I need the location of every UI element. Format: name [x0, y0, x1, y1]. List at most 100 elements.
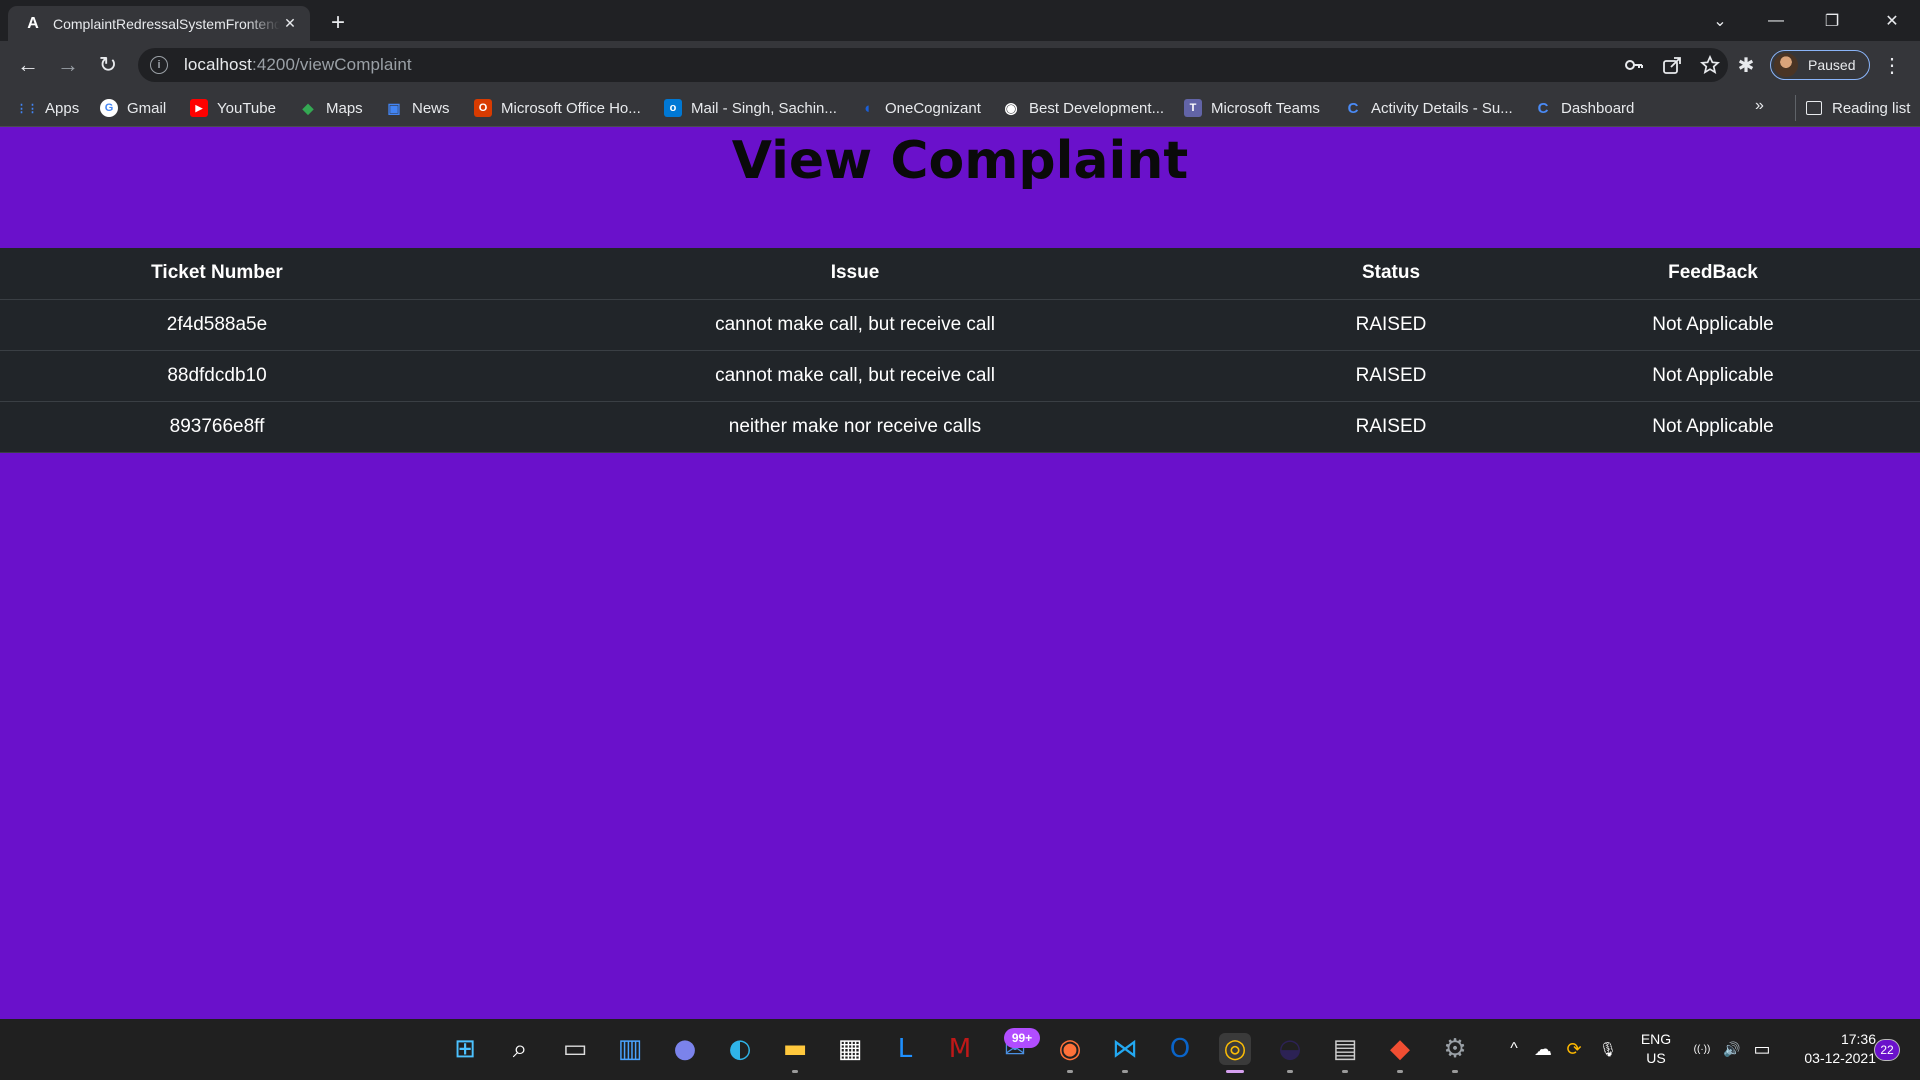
- chrome-icon[interactable]: ◎: [1219, 1033, 1251, 1065]
- outlook-icon: o: [664, 99, 682, 117]
- mysql-icon[interactable]: ▤: [1329, 1033, 1361, 1065]
- restore-button[interactable]: ❐: [1804, 0, 1860, 41]
- tab-title: ComplaintRedressalSystemFrontend: [53, 15, 280, 32]
- vscode-icon[interactable]: ⋈: [1109, 1033, 1141, 1065]
- extensions-icon[interactable]: ✱: [1732, 51, 1760, 79]
- firefox-icon[interactable]: ◉: [1054, 1033, 1086, 1065]
- omnibox-actions: [1624, 48, 1720, 82]
- file-explorer-icon[interactable]: ▬: [779, 1033, 811, 1065]
- wifi-icon[interactable]: ((·)): [1688, 1033, 1716, 1065]
- bookmark-onecognizant[interactable]: ◖ OneCognizant: [858, 95, 981, 121]
- git-icon[interactable]: ◆: [1384, 1033, 1416, 1065]
- bookmark-apps[interactable]: ⋮⋮ Apps: [16, 95, 79, 121]
- running-indicator: [1122, 1070, 1128, 1073]
- reload-button[interactable]: ↻: [94, 51, 122, 79]
- search-icon[interactable]: ⌕: [504, 1033, 536, 1065]
- issue-cell: neither make nor receive calls: [434, 401, 1276, 453]
- bookmark-office[interactable]: O Microsoft Office Ho...: [474, 95, 641, 121]
- running-indicator: [1067, 1070, 1073, 1073]
- c-logo-icon: C: [1347, 99, 1359, 117]
- clock[interactable]: 17:36 03-12-2021: [1790, 1030, 1876, 1068]
- bookmark-label: OneCognizant: [885, 99, 981, 117]
- mcafee-icon[interactable]: M: [944, 1033, 976, 1065]
- column-header-issue: Issue: [434, 248, 1276, 300]
- bookmark-best-development[interactable]: ◉ Best Development...: [1002, 95, 1164, 121]
- browser-menu-button[interactable]: ⋮: [1882, 51, 1902, 79]
- more-bookmarks-icon[interactable]: »: [1755, 97, 1764, 115]
- site-info-icon[interactable]: i: [150, 56, 168, 74]
- battery-icon[interactable]: ▭: [1750, 1033, 1774, 1065]
- share-icon[interactable]: [1662, 55, 1682, 75]
- onedrive-icon[interactable]: ☁: [1531, 1033, 1555, 1065]
- close-icon[interactable]: ✕: [280, 14, 300, 34]
- column-header-feedback: FeedBack: [1506, 248, 1920, 300]
- url-path: :4200/viewComplaint: [252, 55, 412, 74]
- new-tab-button[interactable]: +: [324, 9, 352, 37]
- tab-strip: A ComplaintRedressalSystemFrontend ✕ + ⌄…: [0, 0, 1920, 41]
- status-cell: RAISED: [1276, 350, 1506, 402]
- back-button[interactable]: ←: [14, 51, 42, 79]
- star-icon[interactable]: [1700, 55, 1720, 75]
- bookmark-teams[interactable]: T Microsoft Teams: [1184, 95, 1320, 121]
- start-icon[interactable]: ⊞: [449, 1033, 481, 1065]
- running-indicator: [1226, 1070, 1244, 1073]
- l-app-icon[interactable]: L: [889, 1033, 921, 1065]
- table-header-row: Ticket Number Issue Status FeedBack: [0, 248, 1920, 300]
- feedback-cell: Not Applicable: [1506, 401, 1920, 453]
- maps-icon: ◆: [302, 99, 314, 116]
- browser-tab[interactable]: A ComplaintRedressalSystemFrontend ✕: [8, 6, 310, 41]
- outlook-icon[interactable]: O: [1164, 1033, 1196, 1065]
- bookmark-label: Maps: [326, 99, 363, 117]
- microphone-icon[interactable]: 🎙: [1596, 1033, 1620, 1065]
- edge-icon[interactable]: ◐: [724, 1033, 756, 1065]
- show-hidden-icons-icon[interactable]: ^: [1504, 1033, 1524, 1065]
- bookmark-mail[interactable]: o Mail - Singh, Sachin...: [664, 95, 837, 121]
- status-cell: RAISED: [1276, 401, 1506, 453]
- teams-chat-icon[interactable]: ●: [669, 1033, 701, 1065]
- forward-button[interactable]: →: [54, 51, 82, 79]
- url-text[interactable]: localhost:4200/viewComplaint: [184, 55, 412, 75]
- bookmark-label: Activity Details - Su...: [1371, 99, 1513, 117]
- bookmark-maps[interactable]: ◆ Maps: [299, 95, 363, 121]
- bookmarks-bar: ⋮⋮ Apps G Gmail ▶ YouTube ◆ Maps ▣ News O Micr…: [0, 89, 1920, 127]
- bookmark-news[interactable]: ▣ News: [385, 95, 449, 121]
- bookmark-dashboard[interactable]: C Dashboard: [1534, 95, 1635, 121]
- bookmark-label: Microsoft Teams: [1211, 99, 1320, 117]
- bookmark-activity-details[interactable]: C Activity Details - Su...: [1344, 95, 1513, 121]
- page-content: View Complaint Ticket Number Issue Statu…: [0, 127, 1920, 1019]
- widgets-icon[interactable]: ▥: [614, 1033, 646, 1065]
- issue-cell: cannot make call, but receive call: [434, 350, 1276, 402]
- bookmark-label: Dashboard: [1561, 99, 1635, 117]
- profile-status: Paused: [1808, 57, 1856, 73]
- key-icon[interactable]: [1624, 55, 1644, 75]
- window-close-button[interactable]: ✕: [1864, 0, 1920, 41]
- settings-icon[interactable]: ⚙: [1439, 1033, 1471, 1065]
- feedback-cell: Not Applicable: [1506, 350, 1920, 402]
- youtube-icon: ▶: [190, 99, 208, 117]
- tab-search-chevron-icon[interactable]: ⌄: [1692, 0, 1748, 41]
- angular-icon: A: [27, 14, 39, 32]
- task-view-icon[interactable]: ▭: [559, 1033, 591, 1065]
- bookmark-label: Best Development...: [1029, 99, 1165, 117]
- minimize-button[interactable]: —: [1748, 0, 1804, 41]
- reading-list-button[interactable]: Reading list: [1795, 95, 1910, 121]
- column-header-ticket-number: Ticket Number: [0, 248, 434, 300]
- tool-icon: ◉: [1004, 100, 1018, 117]
- running-indicator: [1397, 1070, 1403, 1073]
- region-code: US: [1646, 1050, 1666, 1066]
- volume-icon[interactable]: 🔊: [1720, 1033, 1744, 1065]
- bookmark-youtube[interactable]: ▶ YouTube: [190, 95, 276, 121]
- store-icon[interactable]: ▦: [834, 1033, 866, 1065]
- address-bar[interactable]: i localhost:4200/viewComplaint: [138, 48, 1728, 82]
- taskbar: ⊞ ⌕ ▭ ▥ ● ◐ ▬ ▦ L M ✉ ◉ ⋈ O ◎ ◒ ▤ ◆ ⚙ 99+ ^ ☁ ⟳ 🎙 ENG US (…: [0, 1019, 1920, 1080]
- issue-cell: cannot make call, but receive call: [434, 299, 1276, 351]
- bookmark-gmail[interactable]: G Gmail: [100, 95, 166, 121]
- language-indicator[interactable]: ENG US: [1636, 1030, 1676, 1068]
- avatar: [1774, 53, 1798, 77]
- notification-count-badge[interactable]: 22: [1874, 1039, 1900, 1061]
- sync-icon[interactable]: ⟳: [1562, 1033, 1586, 1065]
- column-header-status: Status: [1276, 248, 1506, 300]
- eclipse-icon[interactable]: ◒: [1274, 1033, 1306, 1065]
- bookmark-label: Microsoft Office Ho...: [501, 99, 641, 117]
- profile-button[interactable]: Paused: [1770, 50, 1870, 80]
